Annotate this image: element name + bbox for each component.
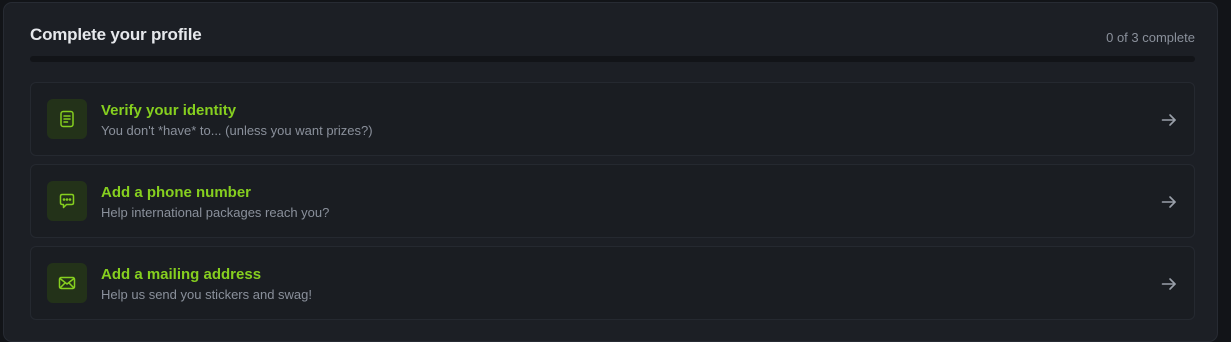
arrow-right-icon[interactable] <box>1160 111 1178 129</box>
arrow-right-icon[interactable] <box>1160 275 1178 293</box>
task-verify-identity[interactable]: Verify your identity You don't *have* to… <box>30 82 1195 156</box>
task-title: Verify your identity <box>101 102 237 119</box>
card-title: Complete your profile <box>30 25 202 44</box>
card-header: Complete your profile 0 of 3 complete <box>30 25 1195 49</box>
task-add-mailing-address[interactable]: Add a mailing address Help us send you s… <box>30 246 1195 320</box>
arrow-right-icon[interactable] <box>1160 193 1178 211</box>
task-title: Add a phone number <box>101 184 251 201</box>
envelope-icon <box>47 263 87 303</box>
profile-completion-card: Complete your profile 0 of 3 complete Ve… <box>3 2 1218 342</box>
task-description: You don't *have* to... (unless you want … <box>101 123 373 138</box>
task-add-phone-number[interactable]: Add a phone number Help international pa… <box>30 164 1195 238</box>
task-description: Help us send you stickers and swag! <box>101 287 312 302</box>
document-icon <box>47 99 87 139</box>
progress-status: 0 of 3 complete <box>1106 30 1195 45</box>
task-description: Help international packages reach you? <box>101 205 330 220</box>
chat-bubble-icon <box>47 181 87 221</box>
task-list: Verify your identity You don't *have* to… <box>30 82 1195 328</box>
task-title: Add a mailing address <box>101 266 262 283</box>
progress-bar <box>30 56 1195 62</box>
